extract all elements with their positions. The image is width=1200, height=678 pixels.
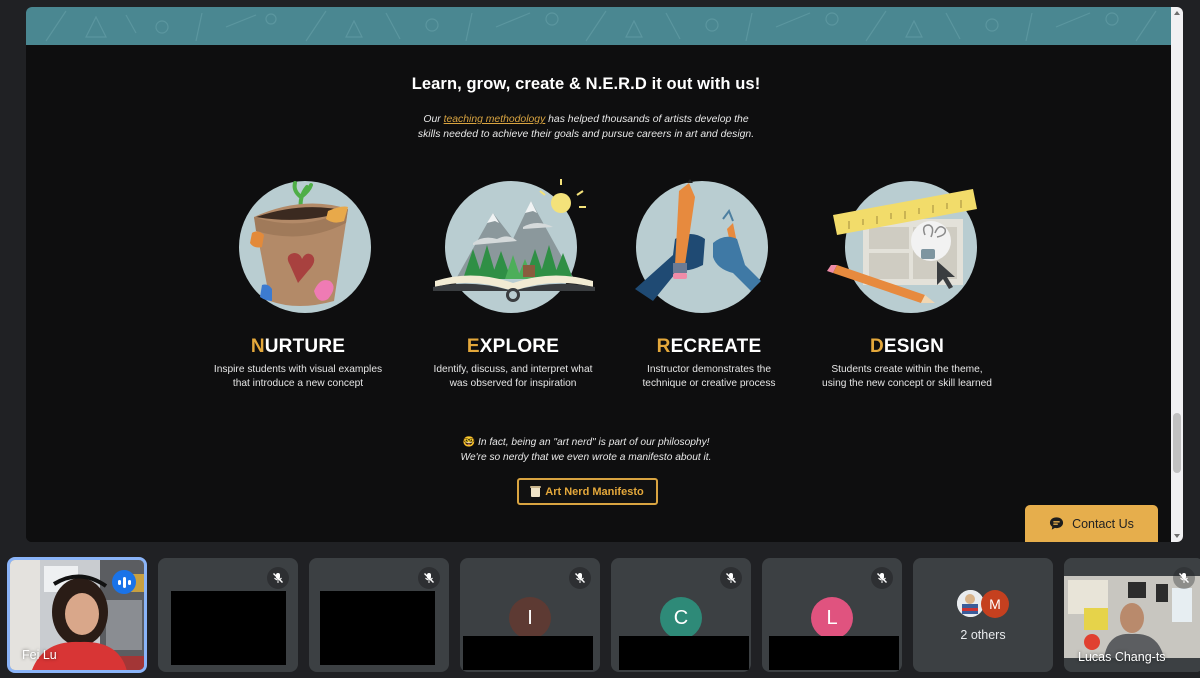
step-title-initial: E	[466, 336, 480, 357]
step-description: Students create within the theme, using …	[807, 363, 1007, 391]
step-title-initial: D	[869, 336, 884, 357]
nerd-face-icon: 🤓	[462, 437, 476, 448]
plant-pot-icon	[198, 173, 398, 313]
ruler-pencil-lightbulb-icon	[807, 173, 1007, 313]
others-avatar-group: M	[957, 590, 1013, 620]
step-title: RECREATE	[609, 336, 809, 358]
step-explore: EXPLORE Identify, discuss, and interpret…	[413, 173, 613, 391]
step-description-line2: was observed for inspiration	[449, 378, 577, 389]
shared-screen: Learn, grow, create & N.E.R.D it out wit…	[26, 7, 1183, 542]
step-description-line1: Instructor demonstrates the	[646, 364, 771, 375]
contact-us-button[interactable]: Contact Us	[1025, 505, 1158, 542]
intro-text: Our teaching methodology has helped thou…	[26, 112, 1146, 142]
open-book-mountains-icon	[413, 173, 613, 313]
step-description-line1: Identify, discuss, and interpret what	[433, 364, 593, 375]
step-title-initial: N	[250, 336, 265, 357]
step-title-rest: URTURE	[264, 336, 346, 357]
participant-name: Fei Lu	[22, 648, 57, 662]
participant-tile[interactable]	[158, 558, 298, 672]
philosophy-line2: We're so nerdy that we even wrote a mani…	[460, 452, 712, 463]
nerd-steps: NURTURE Inspire students with visual exa…	[198, 173, 998, 403]
participant-avatar: I	[509, 597, 551, 639]
step-title-rest: XPLORE	[479, 336, 560, 357]
chat-icon	[1050, 517, 1064, 530]
muted-mic-icon	[569, 567, 591, 589]
redacted-area	[619, 636, 749, 670]
decorative-banner	[26, 7, 1171, 45]
scrollbar-thumb[interactable]	[1173, 413, 1181, 473]
muted-mic-icon	[1173, 567, 1195, 589]
intro-text-start: Our	[423, 114, 444, 125]
step-title-initial: R	[656, 336, 671, 357]
step-description: Inspire students with visual examples th…	[198, 363, 398, 391]
speaking-indicator-icon	[112, 570, 136, 594]
participant-name: Lucas Chang-ts	[1078, 650, 1166, 664]
participant-tile-fei-lu[interactable]: Fei Lu	[7, 557, 147, 673]
step-recreate: RECREATE Instructor demonstrates the tec…	[609, 173, 809, 391]
step-description-line1: Inspire students with visual examples	[213, 364, 383, 375]
banner-pattern	[45, 10, 1157, 42]
participant-strip: Fei Lu I C L M 2 others Lucas Chang-ts	[0, 556, 1200, 678]
redacted-area	[320, 591, 435, 665]
step-description-line1: Students create within the theme,	[831, 364, 983, 375]
philosophy-text: 🤓 In fact, being an "art nerd" is part o…	[26, 435, 1146, 465]
participant-avatar: M	[981, 590, 1009, 618]
muted-mic-icon	[871, 567, 893, 589]
intro-text-line2: skills needed to achieve their goals and…	[417, 129, 755, 140]
scroll-up-arrow-icon[interactable]	[1174, 11, 1180, 15]
teaching-methodology-link[interactable]: teaching methodology	[444, 114, 546, 125]
section-headline: Learn, grow, create & N.E.R.D it out wit…	[411, 75, 761, 93]
step-description: Instructor demonstrates the technique or…	[609, 363, 809, 391]
step-description: Identify, discuss, and interpret what wa…	[413, 363, 613, 391]
muted-mic-icon	[418, 567, 440, 589]
participant-tile[interactable]	[309, 558, 449, 672]
muted-mic-icon	[720, 567, 742, 589]
redacted-area	[171, 591, 286, 665]
participant-tile-i[interactable]: I	[460, 558, 600, 672]
participant-tile-others[interactable]: M 2 others	[913, 558, 1053, 672]
manifesto-button-label: Art Nerd Manifesto	[545, 485, 644, 498]
step-title: NURTURE	[198, 336, 398, 358]
scroll-down-arrow-icon[interactable]	[1174, 534, 1180, 538]
hands-pencils-icon	[609, 173, 809, 313]
philosophy-line1: In fact, being an "art nerd" is part of …	[475, 437, 710, 448]
participant-tile-c[interactable]: C	[611, 558, 751, 672]
contact-us-label: Contact Us	[1072, 516, 1134, 531]
scroll-icon	[530, 486, 542, 497]
step-title: DESIGN	[807, 336, 1007, 358]
art-nerd-manifesto-button[interactable]: Art Nerd Manifesto	[517, 478, 658, 505]
step-title-rest: ESIGN	[883, 336, 945, 357]
participant-tile-lucas[interactable]: Lucas Chang-ts	[1064, 558, 1200, 672]
participant-avatar-photo	[957, 590, 984, 617]
participant-avatar: L	[811, 597, 853, 639]
redacted-area	[769, 636, 899, 670]
participant-avatar: C	[660, 597, 702, 639]
redacted-area	[463, 636, 593, 670]
step-nurture: NURTURE Inspire students with visual exa…	[198, 173, 398, 391]
muted-mic-icon	[267, 567, 289, 589]
webpage-content: Learn, grow, create & N.E.R.D it out wit…	[26, 45, 1171, 542]
step-description-line2: technique or creative process	[642, 378, 776, 389]
step-description-line2: using the new concept or skill learned	[822, 378, 992, 389]
page-scrollbar[interactable]	[1171, 7, 1183, 542]
participant-tile-l[interactable]: L	[762, 558, 902, 672]
step-title: EXPLORE	[413, 336, 613, 358]
step-design: DESIGN Students create within the theme,…	[807, 173, 1007, 391]
step-title-rest: ECREATE	[670, 336, 762, 357]
intro-text-end: has helped thousands of artists develop …	[545, 114, 749, 125]
step-description-line2: that introduce a new concept	[232, 378, 364, 389]
others-count: 2 others	[960, 628, 1006, 642]
